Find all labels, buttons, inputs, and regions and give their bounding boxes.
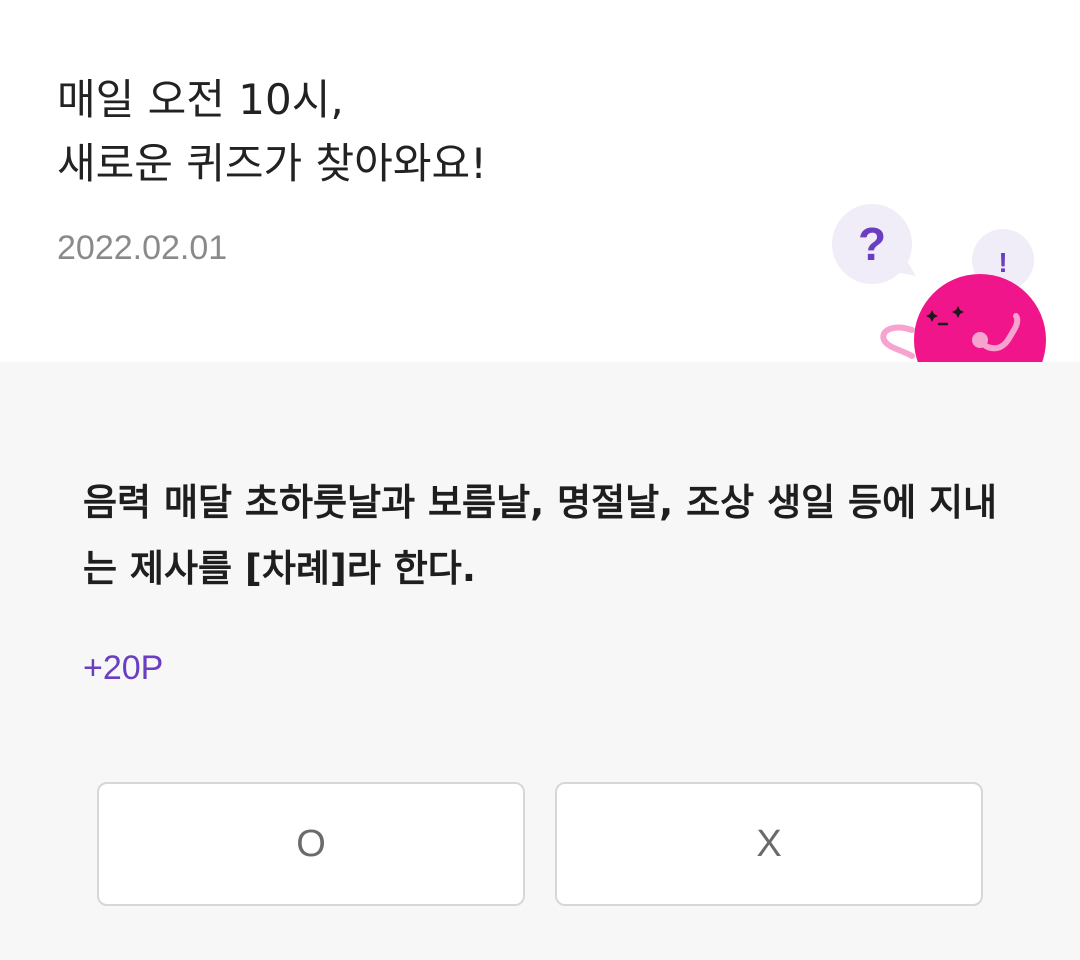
quiz-header: 매일 오전 10시, 새로운 퀴즈가 찾아와요! 2022.02.01 ? ! [0,0,1080,362]
bubble-question-mark: ? [858,218,886,270]
answer-o-label: O [296,822,326,865]
answer-x-label: X [756,822,782,865]
answer-o-button[interactable]: O [97,782,525,906]
reward-points: +20P [83,649,164,687]
title-line-1: 매일 오전 10시, [57,75,344,124]
pink-mascot-icon [880,274,1046,362]
quiz-content: 음력 매달 초하룻날과 보름날, 명절날, 조상 생일 등에 지내는 제사를 [… [0,362,1080,960]
title-line-2: 새로운 퀴즈가 찾아와요! [57,139,487,188]
page-title: 매일 오전 10시, 새로운 퀴즈가 찾아와요! [57,68,487,196]
answer-x-button[interactable]: X [555,782,983,906]
quiz-question: 음력 매달 초하룻날과 보름날, 명절날, 조상 생일 등에 지내는 제사를 [… [83,481,998,590]
quiz-date: 2022.02.01 [57,229,228,267]
bubble-exclamation-mark: ! [998,247,1007,278]
question-bubble-icon: ? [832,204,916,284]
quiz-mascot-illustration: ? ! [832,204,1046,362]
